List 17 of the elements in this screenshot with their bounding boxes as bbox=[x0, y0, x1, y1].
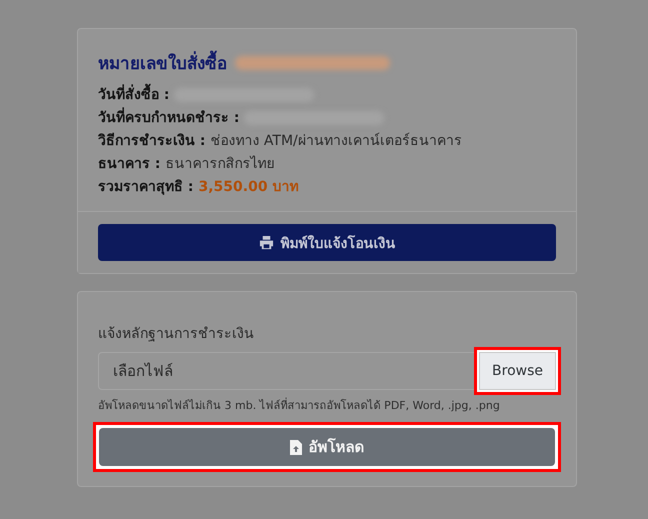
field-label: วันที่ครบกำหนดชำระ : bbox=[98, 108, 240, 128]
total-amount: 3,550.00 บาท bbox=[198, 178, 298, 197]
field-label: ธนาคาร : bbox=[98, 155, 160, 174]
order-number-label: หมายเลขใบสั่งซื้อ bbox=[98, 49, 227, 76]
file-upload-icon bbox=[290, 440, 302, 454]
field-value: ช่องทาง ATM/ผ่านทางเคาน์เตอร์ธนาคาร bbox=[210, 132, 462, 151]
upload-label: แจ้งหลักฐานการชำระเงิน bbox=[98, 325, 255, 344]
field-label: วันที่สั่งซื้อ : bbox=[98, 85, 170, 105]
browse-button[interactable]: Browse bbox=[479, 352, 556, 390]
upload-hint: อัพโหลดขนาดไฟล์ไม่เกิน 3 mb. ไฟล์ที่สามารถอัพโหลดได้ PDF, Word, .jpg, .png bbox=[98, 396, 501, 414]
print-button[interactable]: พิมพ์ใบแจ้งโอนเงิน bbox=[98, 224, 556, 261]
field-label: วิธีการชำระเงิน : bbox=[98, 132, 206, 151]
field-value: ธนาคารกสิกรไทย bbox=[165, 154, 274, 174]
file-field[interactable]: เลือกไฟล์ bbox=[98, 352, 474, 390]
upload-button[interactable]: อัพโหลด bbox=[99, 428, 555, 466]
printer-icon bbox=[258, 235, 274, 250]
field-label: รวมราคาสุทธิ : bbox=[98, 178, 194, 197]
